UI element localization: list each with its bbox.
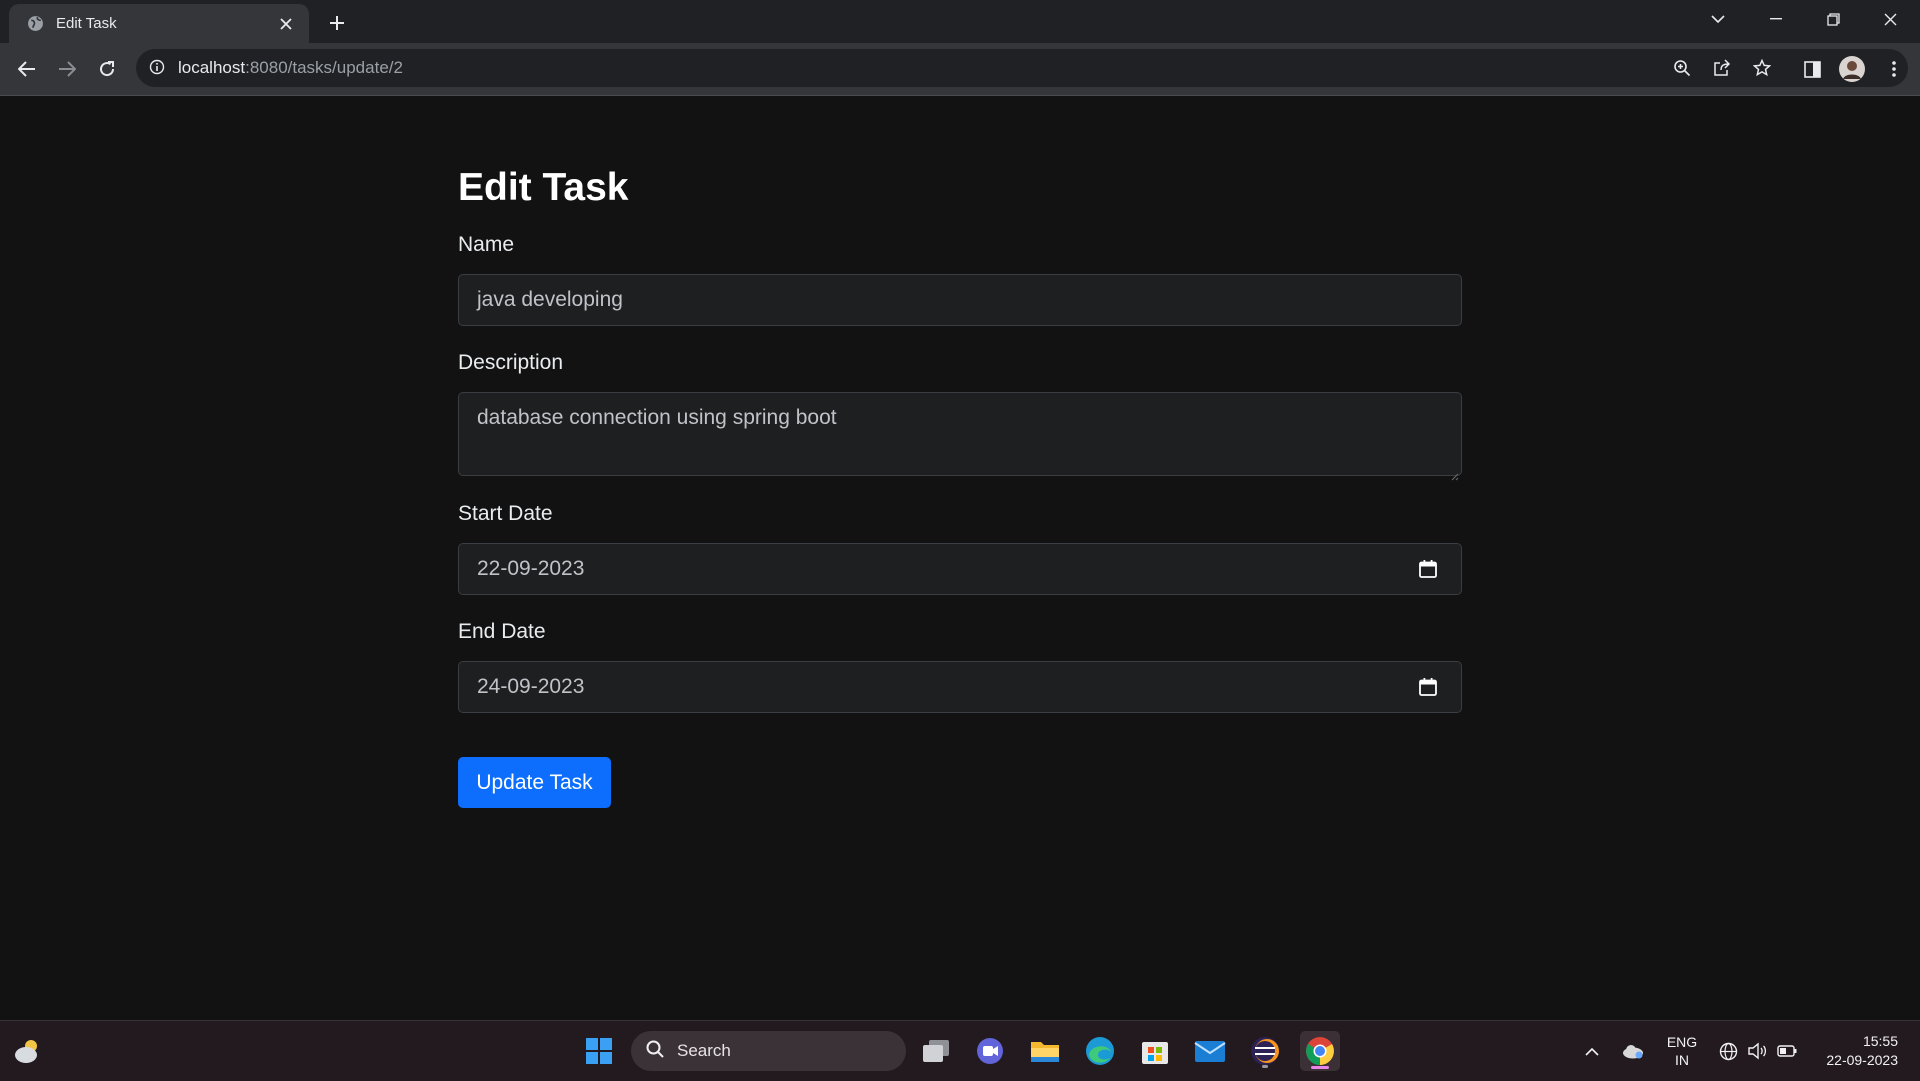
minimize-icon[interactable]: [1748, 0, 1804, 38]
zoom-icon[interactable]: [1670, 56, 1694, 80]
globe-icon: [26, 15, 44, 33]
description-textarea-value: database connection using spring boot: [477, 406, 837, 429]
forward-arrow-icon[interactable]: [51, 53, 83, 85]
update-task-button[interactable]: Update Task: [458, 757, 611, 808]
browser-toolbar: localhost:8080/tasks/update/2: [0, 43, 1920, 96]
end-date-value: 24-09-2023: [477, 675, 585, 698]
reload-icon[interactable]: [91, 53, 123, 85]
taskbar-search-box[interactable]: Search: [631, 1031, 906, 1071]
language-region: IN: [1675, 1052, 1689, 1068]
task-view-icon[interactable]: [916, 1031, 956, 1071]
microsoft-store-icon[interactable]: [1135, 1031, 1175, 1071]
new-tab-button[interactable]: [322, 8, 352, 38]
profile-avatar[interactable]: [1836, 53, 1868, 85]
file-explorer-icon[interactable]: [1025, 1031, 1065, 1071]
clock-time: 15:55: [1862, 1033, 1898, 1049]
resize-grip-icon[interactable]: [1449, 463, 1459, 481]
end-date-input[interactable]: 24-09-2023: [458, 661, 1462, 713]
language-code: ENG: [1666, 1034, 1698, 1050]
back-arrow-icon[interactable]: [11, 53, 43, 85]
tab-close-icon[interactable]: [275, 13, 297, 35]
description-label: Description: [458, 351, 564, 374]
address-bar[interactable]: localhost:8080/tasks/update/2: [136, 49, 1908, 87]
url-text[interactable]: localhost:8080/tasks/update/2: [178, 58, 403, 78]
start-date-value: 22-09-2023: [477, 557, 585, 580]
teams-chat-icon[interactable]: [970, 1031, 1010, 1071]
close-window-icon[interactable]: [1862, 0, 1918, 38]
tab-search-chevron-icon[interactable]: [1690, 0, 1746, 38]
browser-tab[interactable]: Edit Task: [9, 4, 309, 43]
eclipse-ide-icon[interactable]: [1245, 1031, 1285, 1071]
page-content: Edit Task Name java developing Descripti…: [0, 96, 1920, 1020]
chrome-browser-icon[interactable]: [1300, 1031, 1340, 1071]
active-app-indicator: [1311, 1066, 1329, 1069]
system-clock[interactable]: 15:55 22-09-2023: [1812, 1021, 1898, 1081]
mail-icon[interactable]: [1190, 1031, 1230, 1071]
weather-widget-icon[interactable]: [8, 1031, 48, 1071]
battery-icon[interactable]: [1775, 1021, 1799, 1081]
language-indicator[interactable]: ENG IN: [1660, 1021, 1704, 1081]
browser-tab-strip: Edit Task: [0, 0, 1920, 43]
end-date-label: End Date: [458, 620, 546, 643]
start-date-label: Start Date: [458, 502, 553, 525]
volume-icon[interactable]: [1745, 1021, 1769, 1081]
kebab-menu-icon[interactable]: [1878, 53, 1910, 85]
tray-overflow-chevron-icon[interactable]: [1580, 1021, 1604, 1081]
tab-title: Edit Task: [56, 15, 117, 32]
search-label: Search: [677, 1041, 731, 1060]
running-indicator: [1262, 1065, 1268, 1068]
url-path: :8080/tasks/update/2: [245, 58, 403, 77]
start-date-input[interactable]: 22-09-2023: [458, 543, 1462, 595]
name-input[interactable]: java developing: [458, 274, 1462, 326]
onedrive-cloud-icon[interactable]: [1618, 1021, 1648, 1081]
search-icon: [645, 1039, 665, 1064]
windows-taskbar: Search ENG IN 15:55 22-09-2023: [0, 1020, 1920, 1081]
bookmark-star-icon[interactable]: [1750, 56, 1774, 80]
share-icon[interactable]: [1710, 56, 1734, 80]
page-title: Edit Task: [458, 166, 629, 209]
calendar-icon[interactable]: [1416, 557, 1440, 581]
side-panel-icon[interactable]: [1796, 53, 1828, 85]
url-host: localhost: [178, 58, 246, 77]
clock-date: 22-09-2023: [1826, 1052, 1898, 1068]
site-info-icon[interactable]: [149, 59, 167, 77]
restore-icon[interactable]: [1805, 0, 1861, 38]
windows-start-icon[interactable]: [579, 1031, 619, 1071]
description-textarea[interactable]: database connection using spring boot: [458, 392, 1462, 481]
edge-browser-icon[interactable]: [1080, 1031, 1120, 1071]
calendar-icon[interactable]: [1416, 675, 1440, 699]
name-label: Name: [458, 233, 515, 256]
name-input-value: java developing: [477, 288, 623, 311]
network-globe-icon[interactable]: [1716, 1021, 1740, 1081]
